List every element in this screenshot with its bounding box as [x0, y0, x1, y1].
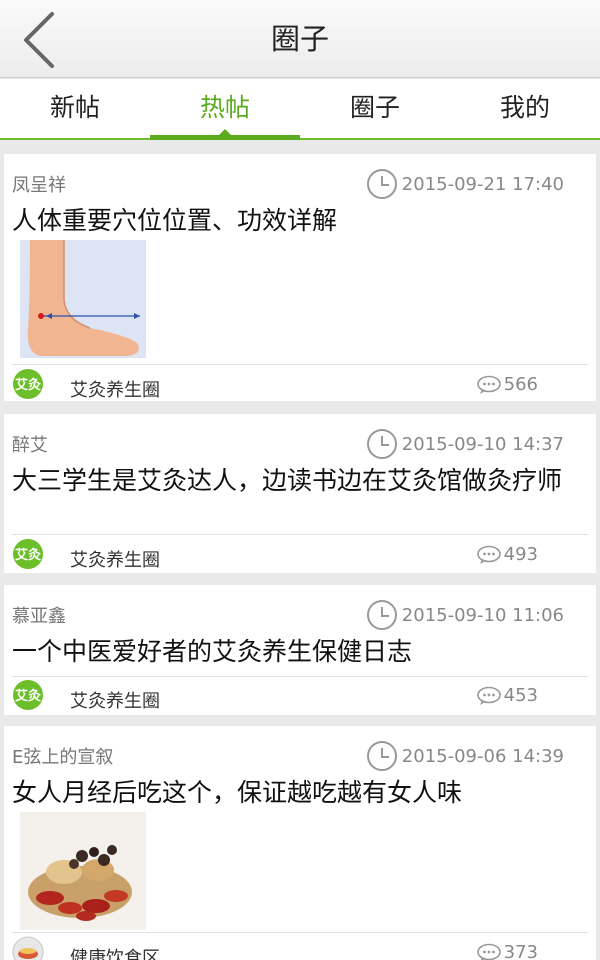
- tab-circles[interactable]: 圈子: [300, 79, 450, 138]
- post-card[interactable]: 醉艾 2015-09-10 14:37 大三学生是艾灸达人，边读书边在艾灸馆做灸…: [4, 414, 596, 573]
- circle-name[interactable]: 健康饮食区: [70, 944, 160, 960]
- post-card[interactable]: 慕亚鑫 2015-09-10 11:06 一个中医爱好者的艾灸养生保健日志 艾灸…: [4, 585, 596, 715]
- post-timestamp: 2015-09-21 17:40: [366, 168, 564, 200]
- comment-count-text: 566: [503, 374, 538, 395]
- food-bowl-icon: [12, 936, 44, 960]
- comment-count-text: 373: [503, 942, 538, 960]
- post-title[interactable]: 一个中医爱好者的艾灸养生保健日志: [12, 637, 588, 667]
- post-time-text: 2015-09-21 17:40: [401, 173, 564, 195]
- clock-icon: [366, 169, 397, 199]
- post-timestamp: 2015-09-10 14:37: [366, 428, 564, 460]
- divider: [12, 676, 588, 677]
- post-timestamp: 2015-09-06 14:39: [366, 740, 564, 772]
- post-time-text: 2015-09-06 14:39: [401, 745, 564, 767]
- tab-hot-posts[interactable]: 热帖: [150, 79, 300, 140]
- herbs-image[interactable]: [20, 812, 146, 930]
- aijiu-badge-icon: 艾灸: [13, 539, 43, 569]
- comment-bubble-icon: [476, 686, 501, 705]
- svg-text:艾灸: 艾灸: [15, 688, 41, 704]
- comment-count: 453: [476, 685, 538, 706]
- comment-count-text: 453: [503, 685, 538, 706]
- svg-text:艾灸: 艾灸: [15, 377, 41, 393]
- clock-icon: [366, 429, 397, 459]
- post-title[interactable]: 女人月经后吃这个，保证越吃越有女人味: [12, 778, 588, 808]
- app-header: 圈子: [0, 0, 600, 78]
- divider: [12, 932, 588, 933]
- comment-count-text: 493: [503, 544, 538, 565]
- comment-count: 493: [476, 544, 538, 565]
- tab-hot-posts-label: 热帖: [199, 93, 250, 122]
- divider: [12, 534, 588, 535]
- post-author[interactable]: 凤呈祥: [12, 171, 66, 197]
- comment-bubble-icon: [476, 545, 501, 564]
- divider: [12, 364, 588, 365]
- post-card[interactable]: 凤呈祥 2015-09-21 17:40 人体重要穴位位置、功效详解 艾灸 艾灸…: [4, 154, 596, 401]
- post-card[interactable]: E弦上的宣叙 2015-09-06 14:39 女人月经后吃这个，保证越吃越有女…: [4, 726, 596, 960]
- clock-icon: [366, 741, 397, 771]
- comment-bubble-icon: [476, 375, 501, 394]
- post-author[interactable]: E弦上的宣叙: [12, 743, 113, 769]
- tab-bar: 新帖 热帖 圈子 我的: [0, 79, 600, 140]
- post-title[interactable]: 人体重要穴位位置、功效详解: [12, 206, 588, 236]
- foot-acupoint-image[interactable]: [20, 240, 146, 358]
- back-button[interactable]: [14, 10, 64, 68]
- post-author[interactable]: 醉艾: [12, 431, 48, 457]
- post-feed[interactable]: 凤呈祥 2015-09-21 17:40 人体重要穴位位置、功效详解 艾灸 艾灸…: [4, 148, 596, 960]
- post-timestamp: 2015-09-10 11:06: [366, 599, 564, 631]
- tab-new-posts[interactable]: 新帖: [0, 79, 150, 138]
- post-time-text: 2015-09-10 11:06: [401, 604, 564, 626]
- page-title: 圈子: [270, 22, 329, 56]
- comment-bubble-icon: [476, 943, 501, 960]
- post-time-text: 2015-09-10 14:37: [401, 433, 564, 455]
- post-author[interactable]: 慕亚鑫: [12, 602, 66, 628]
- tab-mine[interactable]: 我的: [450, 79, 600, 138]
- circle-name[interactable]: 艾灸养生圈: [70, 546, 160, 572]
- aijiu-badge-icon: 艾灸: [13, 369, 43, 399]
- svg-text:艾灸: 艾灸: [15, 547, 41, 563]
- comment-count: 373: [476, 942, 538, 960]
- circle-name[interactable]: 艾灸养生圈: [70, 376, 160, 402]
- comment-count: 566: [476, 374, 538, 395]
- post-title[interactable]: 大三学生是艾灸达人，边读书边在艾灸馆做灸疗师: [12, 466, 588, 496]
- aijiu-badge-icon: 艾灸: [13, 680, 43, 710]
- active-tab-indicator: [218, 129, 232, 136]
- clock-icon: [366, 600, 397, 630]
- chevron-left-icon: [24, 12, 54, 68]
- circle-name[interactable]: 艾灸养生圈: [70, 687, 160, 713]
